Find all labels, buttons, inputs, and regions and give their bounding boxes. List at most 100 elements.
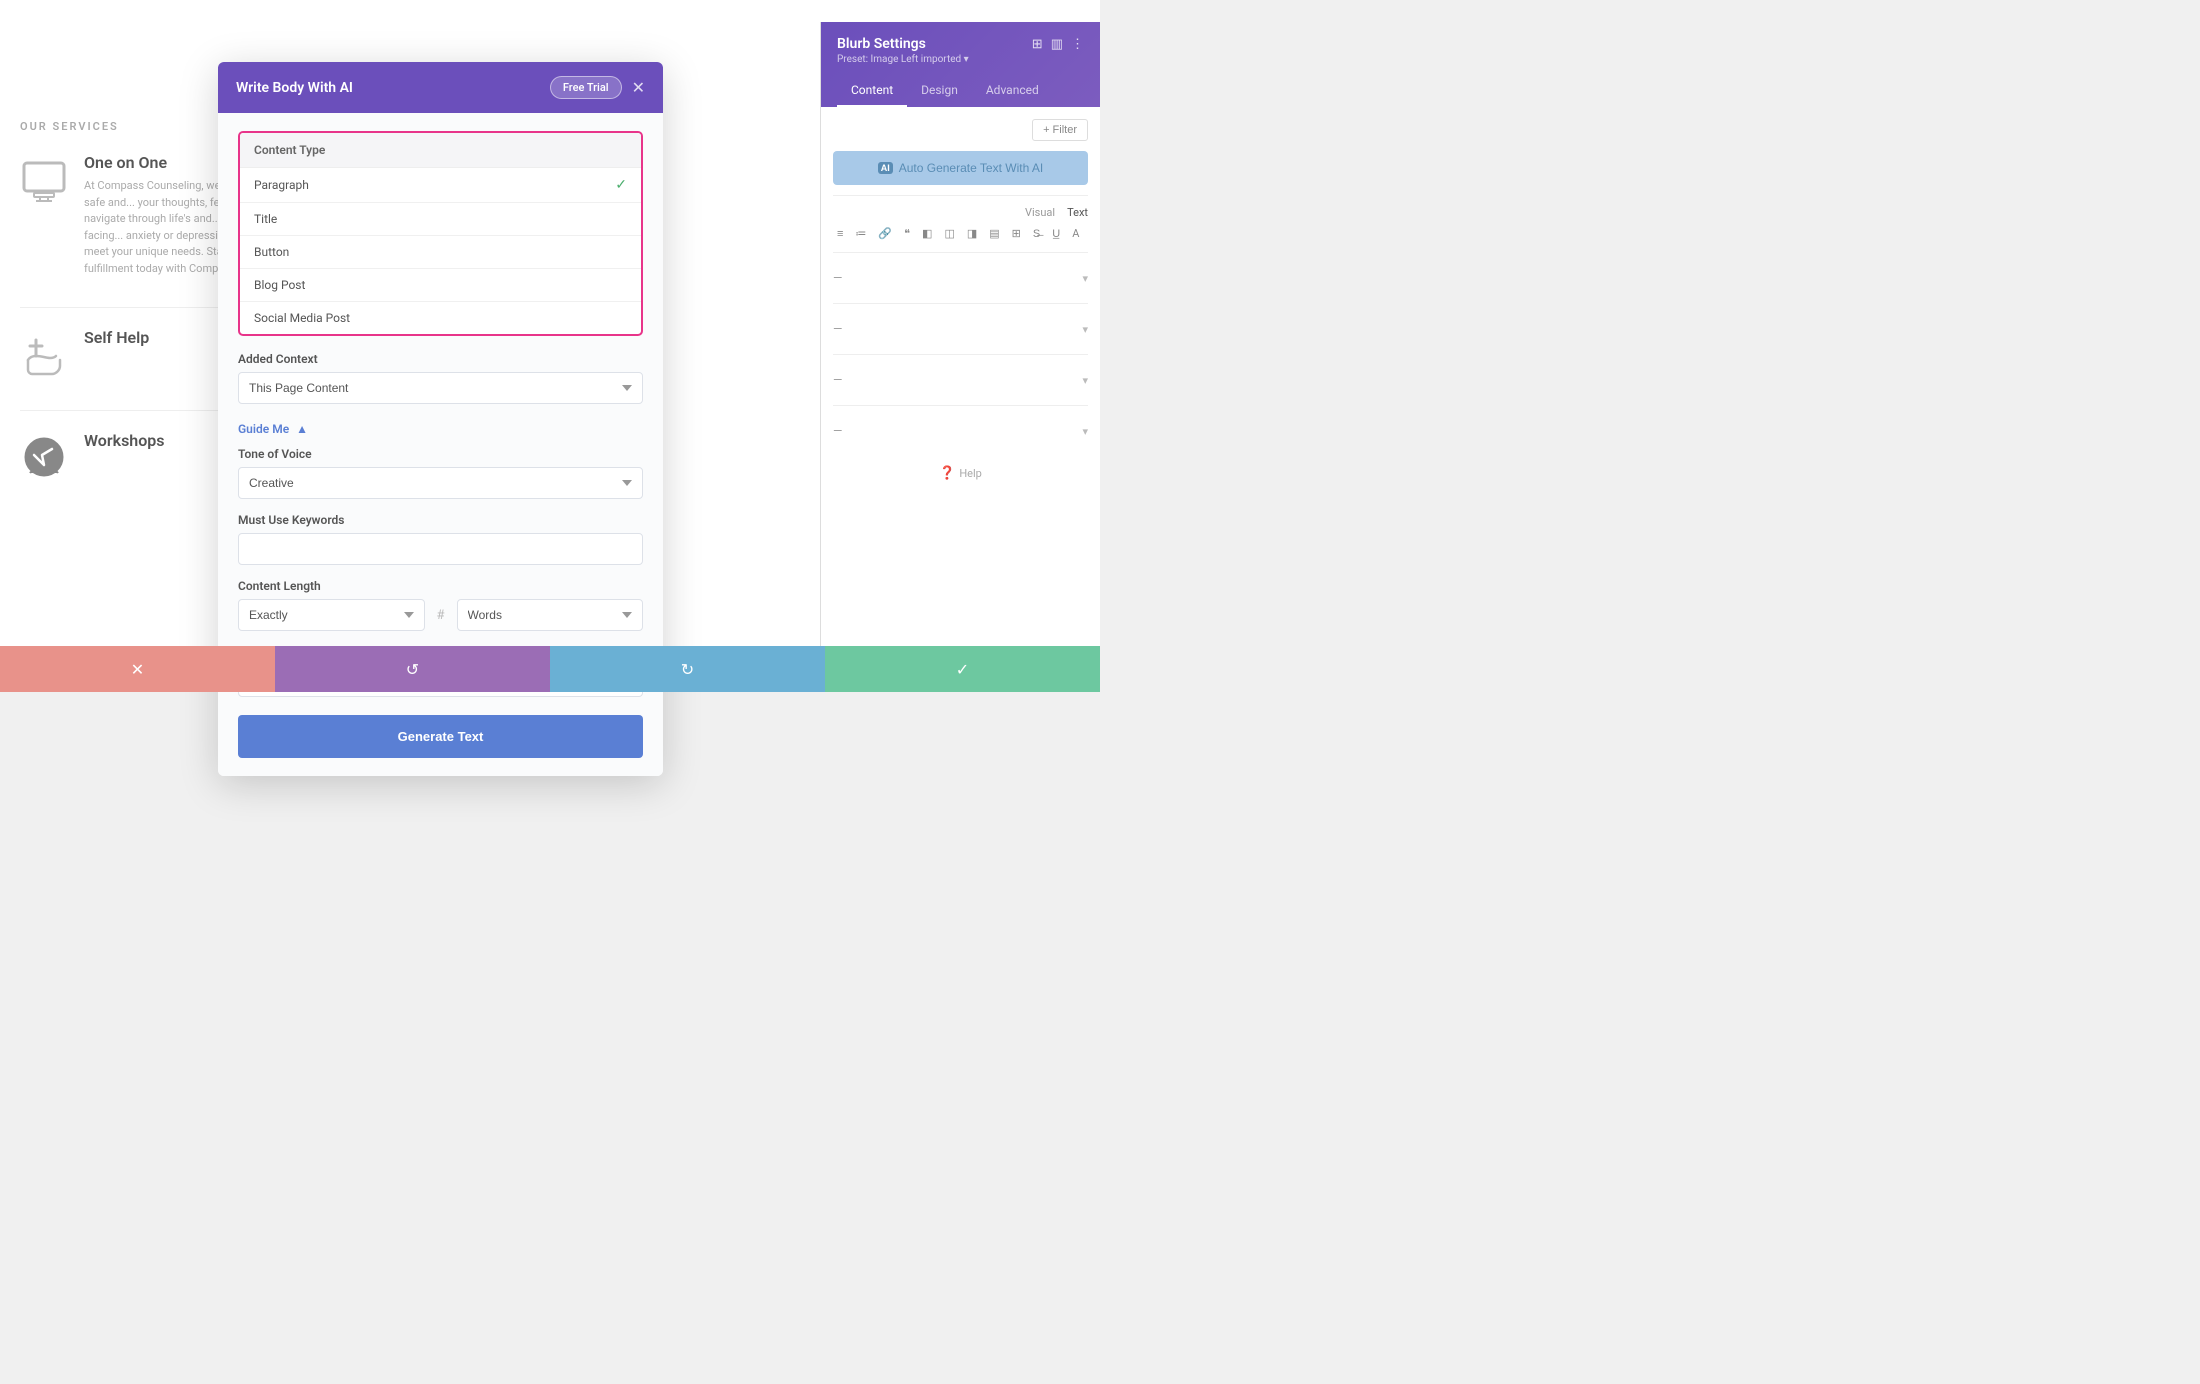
text-button[interactable]: Text xyxy=(1067,206,1088,219)
editor-toolbar: ≡ ≔ 🔗 ❝ ◧ ◫ ◨ ▤ ⊞ S̶ U̲ A xyxy=(833,225,1088,242)
more-icon[interactable]: ⋮ xyxy=(1071,37,1084,52)
toolbar-table[interactable]: ⊞ xyxy=(1008,225,1025,242)
added-context-label: Added Context xyxy=(238,352,643,366)
cancel-button[interactable]: ✕ xyxy=(0,646,275,692)
added-context-section: Added Context This Page Content Custom N… xyxy=(238,352,643,404)
keywords-input[interactable] xyxy=(238,533,643,565)
modal-close-button[interactable]: ✕ xyxy=(632,80,645,96)
help-circle-icon: ❓ xyxy=(939,466,955,481)
filter-button[interactable]: + Filter xyxy=(1032,119,1088,141)
tone-of-voice-select[interactable]: Creative Professional Casual Formal xyxy=(238,467,643,499)
content-length-label: Content Length xyxy=(238,579,643,593)
save-icon: ✓ xyxy=(956,660,969,679)
guide-me-label: Guide Me xyxy=(238,422,289,436)
content-length-unit-select[interactable]: Words Sentences Paragraphs xyxy=(457,599,644,631)
service-workshops-title: Workshops xyxy=(84,431,165,450)
arrow-up-icon: ▲ xyxy=(296,422,308,436)
blurb-header-icons: ⊞ ▥ ⋮ xyxy=(1032,37,1084,52)
toolbar-strikethrough[interactable]: S̶ xyxy=(1029,225,1044,242)
toolbar-align-justify[interactable]: ▤ xyxy=(985,225,1003,242)
monitor-icon xyxy=(20,157,68,205)
ai-badge: AI xyxy=(878,162,893,174)
tab-design[interactable]: Design xyxy=(907,75,972,107)
help-label[interactable]: Help xyxy=(959,467,982,480)
panel-section-3-label: — xyxy=(833,373,842,387)
modal-title: Write Body With AI xyxy=(236,80,353,96)
visual-button[interactable]: Visual xyxy=(1025,206,1055,219)
panel-section-3[interactable]: — ▾ xyxy=(833,365,1088,395)
keywords-section: Must Use Keywords xyxy=(238,513,643,565)
content-length-row: Exactly At least At most # Words Sentenc… xyxy=(238,599,643,631)
generate-text-button[interactable]: Generate Text xyxy=(238,715,643,758)
content-type-title[interactable]: Title xyxy=(240,203,641,236)
service-self-help-content: Self Help xyxy=(84,328,149,353)
bottom-action-bar: ✕ ↺ ↻ ✓ xyxy=(0,646,1100,692)
guide-me-link[interactable]: Guide Me ▲ xyxy=(238,422,308,436)
toolbar-align-center[interactable]: ◫ xyxy=(940,225,958,242)
blurb-settings-panel: Blurb Settings ⊞ ▥ ⋮ Preset: Image Left … xyxy=(820,22,1100,692)
content-type-box: Content Type Paragraph ✓ Title Button Bl… xyxy=(238,131,643,336)
content-type-social-media[interactable]: Social Media Post xyxy=(240,302,641,334)
toolbar-list-ordered[interactable]: ≔ xyxy=(851,225,870,242)
content-type-social-media-label: Social Media Post xyxy=(254,311,350,325)
toolbar-underline[interactable]: U̲ xyxy=(1048,225,1064,242)
toolbar-align-left[interactable]: ◧ xyxy=(918,225,936,242)
filter-bar: + Filter xyxy=(833,119,1088,141)
toolbar-color[interactable]: A xyxy=(1068,225,1083,242)
checkmark-icon: ✓ xyxy=(615,177,627,193)
panel-section-1[interactable]: — ▾ xyxy=(833,263,1088,293)
content-type-button[interactable]: Button xyxy=(240,236,641,269)
columns-icon[interactable]: ▥ xyxy=(1051,37,1063,52)
section-separator-4 xyxy=(833,354,1088,355)
content-type-paragraph-label: Paragraph xyxy=(254,178,309,192)
free-trial-badge[interactable]: Free Trial xyxy=(550,76,622,99)
section-separator-5 xyxy=(833,405,1088,406)
auto-generate-button[interactable]: AI Auto Generate Text With AI xyxy=(833,151,1088,185)
guide-me-row: Guide Me ▲ xyxy=(238,418,643,437)
redo-button[interactable]: ↻ xyxy=(550,646,825,692)
section-separator-3 xyxy=(833,303,1088,304)
plus-hand-icon xyxy=(20,332,68,380)
panel-section-4[interactable]: — ▾ xyxy=(833,416,1088,446)
content-type-paragraph[interactable]: Paragraph ✓ xyxy=(240,168,641,203)
toolbar-quote[interactable]: ❝ xyxy=(900,225,914,242)
undo-icon: ↺ xyxy=(406,660,419,679)
undo-button[interactable]: ↺ xyxy=(275,646,550,692)
toolbar-align-right[interactable]: ◨ xyxy=(963,225,981,242)
content-type-button-label: Button xyxy=(254,245,289,259)
chevron-down-icon-2: ▾ xyxy=(1082,323,1088,336)
tab-content[interactable]: Content xyxy=(837,75,907,107)
chevron-down-icon-3: ▾ xyxy=(1082,374,1088,387)
service-self-help-title: Self Help xyxy=(84,328,149,347)
resize-icon[interactable]: ⊞ xyxy=(1032,37,1043,52)
section-separator-2 xyxy=(833,252,1088,253)
panel-section-2-label: — xyxy=(833,322,842,336)
toolbar-link[interactable]: 🔗 xyxy=(874,225,896,242)
chevron-down-icon-1: ▾ xyxy=(1082,272,1088,285)
help-row: ❓ Help xyxy=(833,466,1088,481)
visual-text-row: Visual Text xyxy=(833,206,1088,219)
content-type-header: Content Type xyxy=(240,133,641,168)
blurb-header: Blurb Settings ⊞ ▥ ⋮ Preset: Image Left … xyxy=(821,22,1100,107)
added-context-select[interactable]: This Page Content Custom None xyxy=(238,372,643,404)
toolbar-list-unordered[interactable]: ≡ xyxy=(833,225,847,242)
save-button[interactable]: ✓ xyxy=(825,646,1100,692)
service-workshops-content: Workshops xyxy=(84,431,165,456)
chevron-down-icon-4: ▾ xyxy=(1082,425,1088,438)
modal-header-right: Free Trial ✕ xyxy=(550,76,645,99)
modal-header: Write Body With AI Free Trial ✕ xyxy=(218,62,663,113)
content-length-section: Content Length Exactly At least At most … xyxy=(238,579,643,631)
panel-section-1-label: — xyxy=(833,271,842,285)
blurb-preset-label: Preset: Image Left imported ▾ xyxy=(837,54,1084,65)
tone-of-voice-section: Tone of Voice Creative Professional Casu… xyxy=(238,447,643,499)
panel-section-2[interactable]: — ▾ xyxy=(833,314,1088,344)
content-type-blog-post[interactable]: Blog Post xyxy=(240,269,641,302)
messenger-icon xyxy=(20,435,68,483)
keywords-label: Must Use Keywords xyxy=(238,513,643,527)
content-type-blog-post-label: Blog Post xyxy=(254,278,305,292)
redo-icon: ↻ xyxy=(681,660,694,679)
tab-advanced[interactable]: Advanced xyxy=(972,75,1053,107)
blurb-tabs: Content Design Advanced xyxy=(837,75,1084,107)
tone-of-voice-label: Tone of Voice xyxy=(238,447,643,461)
content-length-quantity-select[interactable]: Exactly At least At most xyxy=(238,599,425,631)
